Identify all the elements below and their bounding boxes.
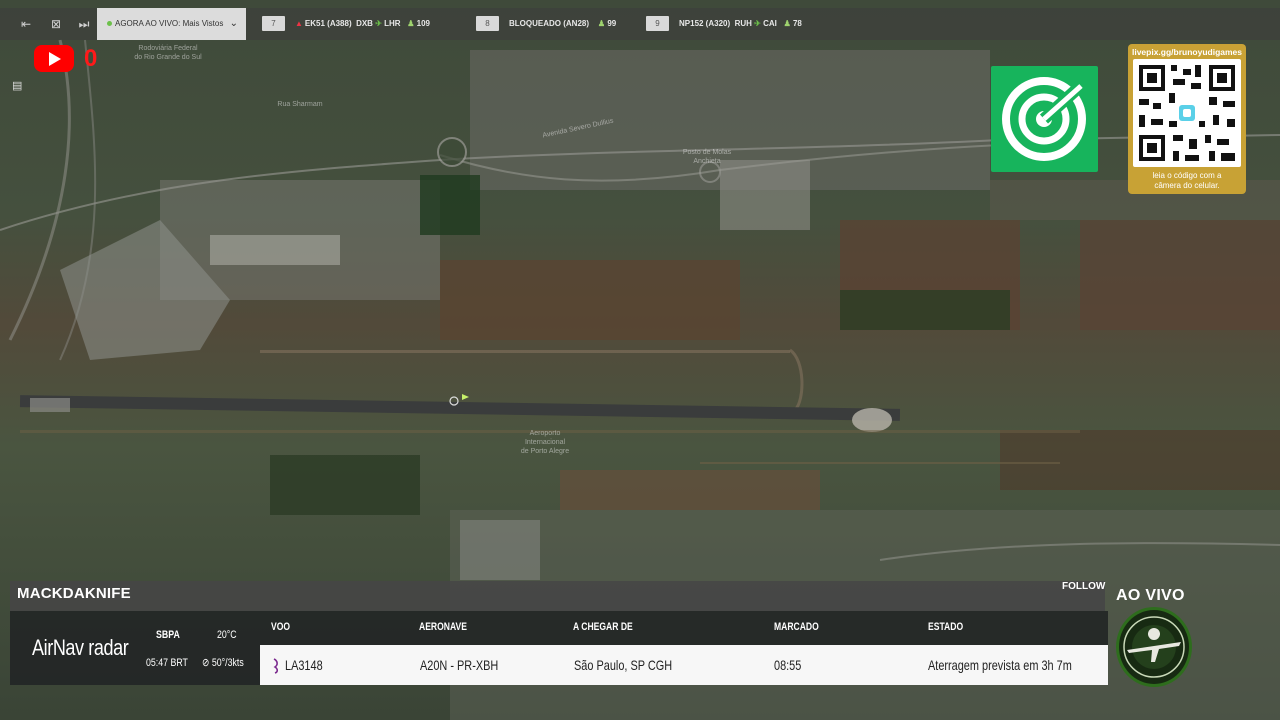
column-header: ESTADO [928, 621, 964, 633]
next-icon[interactable]: ⏭ [76, 17, 92, 31]
top-flight-item[interactable]: 8 BLOQUEADO (AN28) ♟ 99 [476, 15, 616, 33]
flight-status: Aterragem prevista em 3h 7m [928, 657, 1072, 673]
wind-icon: ⊘ [202, 657, 210, 669]
column-header: MARCADO [774, 621, 819, 633]
flight-viewers: 109 [416, 19, 431, 28]
airport-code: SBPA [156, 629, 180, 641]
scheduled-time: 08:55 [774, 657, 802, 673]
plane-icon: ✈ [375, 19, 382, 28]
map-label-airport: Aeroporto Internacional de Porto Alegre [520, 430, 570, 455]
map-label-posto: Posto de Molas Anchieta [682, 149, 732, 165]
live-label: AO VIVO [1116, 587, 1185, 604]
qr-url: livepix.gg/brunoyudigames [1131, 47, 1243, 57]
flight-callsign: BLOQUEADO (AN28) [509, 19, 590, 28]
top-toolbar: ⇤ ⊠ ⏭ AGORA AO VIVO: Mais Vistos ⌄ 7 ▲ EK5… [0, 8, 1280, 40]
column-header: A CHEGAR DE [573, 621, 633, 633]
table-row[interactable]: LA3148 A20N - PR-XBH São Paulo, SP CGH 0… [260, 645, 1108, 685]
origin: São Paulo, SP CGH [574, 657, 673, 673]
flight-table-header: VOO AERONAVE A CHEGAR DE MARCADO ESTADO [260, 611, 1108, 645]
plane-icon: ✈ [754, 19, 761, 28]
aircraft-type: A20N - PR-XBH [420, 657, 499, 673]
alert-icon: ▲ [295, 19, 303, 28]
channel-badge-logo [1116, 607, 1192, 687]
qr-code [1133, 59, 1241, 167]
flight-number: LA3148 [285, 657, 323, 673]
youtube-counter: 0 [84, 45, 98, 72]
flight-to: CAI [763, 19, 777, 28]
live-dropdown-label: AGORA AO VIVO: Mais Vistos [115, 19, 224, 28]
youtube-icon [34, 45, 74, 72]
flight-viewers: 78 [792, 19, 802, 28]
flight-from: RUH [734, 19, 752, 28]
brand-main: AirNav [32, 635, 84, 660]
airport-info-panel: AirNav radar SBPA 05:47 BRT 20°C ⊘ 50°/3… [10, 611, 260, 685]
viewers-icon: ♟ [783, 19, 791, 28]
streamer-name: MACKDAKNIFE [10, 581, 1105, 611]
flight-callsign: EK51 (A388) [304, 19, 352, 28]
brand-sub: radar [88, 635, 129, 660]
plane-badge-icon [1123, 616, 1185, 678]
collapse-panel-icon[interactable]: ⇤ [18, 17, 34, 31]
column-header: AERONAVE [419, 621, 467, 633]
flightradar24-logo [991, 66, 1098, 172]
map-label-street: Rua Sharmam [277, 101, 323, 108]
flight-callsign: NP152 (A320) [679, 19, 731, 28]
flight-viewers: 99 [607, 19, 617, 28]
viewers-icon: ♟ [407, 19, 415, 28]
airnav-radar-logo: AirNav radar [32, 634, 129, 662]
qr-hint: leia o código com a câmera do celular. [1152, 171, 1222, 190]
viewers-icon: ♟ [597, 19, 606, 28]
column-header: VOO [271, 621, 291, 633]
list-view-icon[interactable]: ▤ [12, 79, 30, 93]
temperature: 20°C [217, 629, 237, 641]
radar-icon [1002, 75, 1092, 161]
flight-from: DXB [356, 19, 373, 28]
top-flight-item[interactable]: 7 ▲ EK51 (A388) DXB ✈ LHR ♟ 109 [262, 15, 430, 33]
wind-value: 50°/3kts [211, 657, 244, 669]
follow-button[interactable]: FOLLOW [1062, 580, 1105, 594]
flight-rank: 7 [262, 16, 285, 32]
map-label-rodoviaria: Rodoviária Federal do Rio Grande do Sul [134, 45, 202, 61]
flight-rank: 8 [476, 16, 499, 32]
live-most-viewed-dropdown[interactable]: AGORA AO VIVO: Mais Vistos ⌄ [97, 8, 246, 40]
flight-to: LHR [384, 19, 401, 28]
top-flight-item[interactable]: 9 NP152 (A320) RUH ✈ CAI ♟ 78 [646, 15, 802, 33]
close-panel-icon[interactable]: ⊠ [48, 17, 64, 31]
flight-rank: 9 [646, 16, 669, 32]
chevron-down-icon: ⌄ [229, 18, 238, 29]
local-time: 05:47 BRT [146, 657, 188, 669]
live-dot-icon [107, 21, 112, 27]
airline-logo-icon [273, 658, 279, 674]
livepix-qr-card: livepix.gg/brunoyudigames leia o código … [1128, 44, 1246, 194]
wind-info: ⊘ 50°/3kts [202, 656, 244, 670]
